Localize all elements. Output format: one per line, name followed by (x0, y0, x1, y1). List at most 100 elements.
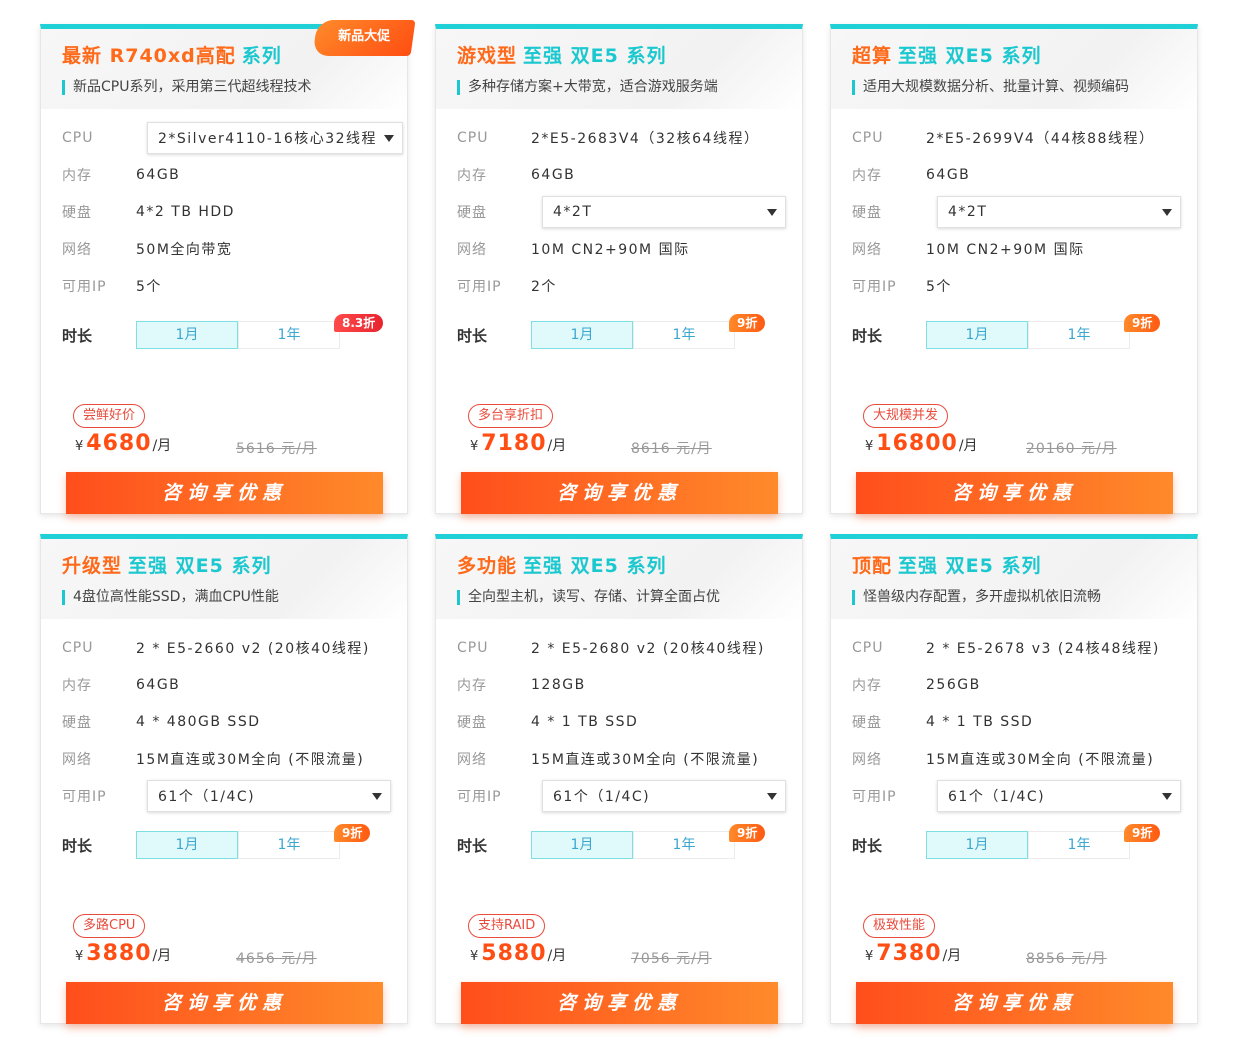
card-header: 游戏型 至强 双E5 系列 多种存储方案+大带宽，适合游戏服务端 (436, 29, 802, 109)
cpu-select[interactable]: 2*Silver4110-16核心32线程 (147, 121, 403, 154)
duration-option-year[interactable]: 1年 (238, 321, 340, 349)
duration-option-month[interactable]: 1月 (926, 831, 1028, 859)
discount-badge: 9折 (1124, 824, 1161, 842)
consult-button[interactable]: 咨询享优惠 (461, 472, 778, 514)
consult-button[interactable]: 咨询享优惠 (856, 982, 1173, 1024)
duration-label: 时长 (62, 836, 93, 855)
network-value: 15M直连或30M全向 (不限流量) (531, 751, 760, 768)
network-value: 10M CN2+90M 国际 (531, 241, 690, 258)
chevron-down-icon (1162, 208, 1172, 216)
ip-value: 5个 (136, 278, 162, 295)
price: ¥7180/月 (470, 431, 567, 456)
duration-row: 时长 1月 1年 9折 (852, 310, 1197, 360)
price: ¥4680/月 (75, 431, 172, 456)
duration-option-year[interactable]: 1年 (633, 321, 735, 349)
product-card-multifunction: 多功能 至强 双E5 系列 全向型主机，读写、存储、计算全面占优 CPU 2 * E… (435, 534, 803, 1024)
network-label: 网络 (852, 751, 882, 768)
discount-badge: 9折 (729, 824, 766, 842)
promo-tag: 极致性能 (863, 914, 936, 938)
ip-value: 2个 (531, 278, 557, 295)
price: ¥5880/月 (470, 941, 567, 966)
network-label: 网络 (457, 241, 487, 258)
ip-select[interactable]: 61个（1/4C) (542, 779, 786, 812)
disk-value: 4 * 480GB SSD (136, 713, 261, 730)
card-title: 游戏型 至强 双E5 系列 (457, 45, 667, 67)
network-value: 50M全向带宽 (136, 241, 233, 258)
ip-label: 可用IP (62, 788, 107, 805)
product-card-r740xd: 最新 R740xd高配 系列 新品CPU系列，采用第三代超线程技术 新品大促 CP… (40, 20, 416, 514)
ip-label: 可用IP (457, 788, 502, 805)
price: ¥3880/月 (75, 941, 172, 966)
promo-tag: 大规模并发 (863, 404, 949, 428)
duration-option-year[interactable]: 1年 (633, 831, 735, 859)
consult-button[interactable]: 咨询享优惠 (856, 472, 1173, 514)
card-header: 升级型 至强 双E5 系列 4盘位高性能SSD，满血CPU性能 (41, 539, 407, 619)
ip-select[interactable]: 61个（1/4C) (147, 779, 391, 812)
memory-label: 内存 (852, 167, 882, 184)
consult-button[interactable]: 咨询享优惠 (66, 982, 383, 1024)
card-title: 多功能 至强 双E5 系列 (457, 555, 667, 577)
cpu-value: 2 * E5-2660 v2 (20核40线程) (136, 640, 370, 657)
duration-option-year[interactable]: 1年 (1028, 831, 1130, 859)
original-price: 8616 元/月 (631, 441, 712, 457)
spec-list: CPU 2 * E5-2660 v2 (20核40线程) 内存 64GB 硬盘 4 *… (41, 629, 407, 870)
disk-label: 硬盘 (852, 714, 882, 731)
product-card-flagship: 顶配 至强 双E5 系列 怪兽级内存配置，多开虚拟机依旧流畅 CPU 2 * E5-… (830, 534, 1198, 1024)
card-subtitle: 多种存储方案+大带宽，适合游戏服务端 (457, 80, 802, 95)
duration-option-year[interactable]: 1年 (238, 831, 340, 859)
network-label: 网络 (62, 241, 92, 258)
memory-value: 64GB (926, 166, 971, 183)
promo-tag: 尝鲜好价 (73, 404, 146, 428)
consult-button[interactable]: 咨询享优惠 (66, 472, 383, 514)
duration-label: 时长 (457, 836, 488, 855)
disk-label: 硬盘 (457, 204, 487, 221)
disk-label: 硬盘 (62, 714, 92, 731)
product-card-gaming: 游戏型 至强 双E5 系列 多种存储方案+大带宽，适合游戏服务端 CPU 2*E5-… (435, 24, 803, 514)
ip-label: 可用IP (852, 788, 897, 805)
disk-label: 硬盘 (457, 714, 487, 731)
network-value: 15M直连或30M全向 (不限流量) (136, 751, 365, 768)
disk-select[interactable]: 4*2T (937, 195, 1181, 228)
discount-badge: 8.3折 (334, 314, 384, 332)
new-promo-ribbon: 新品大促 (312, 20, 416, 56)
card-title: 升级型 至强 双E5 系列 (62, 555, 272, 577)
card-header: 顶配 至强 双E5 系列 怪兽级内存配置，多开虚拟机依旧流畅 (831, 539, 1197, 619)
ip-label: 可用IP (62, 278, 107, 295)
consult-button[interactable]: 咨询享优惠 (461, 982, 778, 1024)
chevron-down-icon (1162, 792, 1172, 800)
card-subtitle: 4盘位高性能SSD，满血CPU性能 (62, 590, 407, 605)
disk-value: 4*2 TB HDD (136, 203, 235, 220)
duration-option-year[interactable]: 1年 (1028, 321, 1130, 349)
cpu-value: 2 * E5-2680 v2 (20核40线程) (531, 640, 765, 657)
card-subtitle: 新品CPU系列，采用第三代超线程技术 (62, 80, 407, 95)
duration-option-month[interactable]: 1月 (136, 831, 238, 859)
chevron-down-icon (384, 134, 394, 142)
spec-list: CPU 2*E5-2683V4（32核64线程） 内存 64GB 硬盘 4*2T 网… (436, 119, 802, 360)
chevron-down-icon (767, 792, 777, 800)
chevron-down-icon (767, 208, 777, 216)
card-header: 最新 R740xd高配 系列 新品CPU系列，采用第三代超线程技术 新品大促 (41, 20, 416, 109)
disk-value: 4 * 1 TB SSD (531, 713, 639, 730)
memory-label: 内存 (852, 677, 882, 694)
duration-option-month[interactable]: 1月 (926, 321, 1028, 349)
duration-row: 时长 1月 1年 9折 (62, 820, 407, 870)
card-subtitle: 怪兽级内存配置，多开虚拟机依旧流畅 (852, 590, 1197, 605)
duration-label: 时长 (852, 326, 883, 345)
memory-value: 64GB (136, 166, 181, 183)
duration-row: 时长 1月 1年 9折 (457, 820, 802, 870)
duration-label: 时长 (62, 326, 93, 345)
ip-select[interactable]: 61个（1/4C) (937, 779, 1181, 812)
product-card-supercompute: 超算 至强 双E5 系列 适用大规模数据分析、批量计算、视频编码 CPU 2*E5-… (830, 24, 1198, 514)
memory-label: 内存 (457, 167, 487, 184)
duration-option-month[interactable]: 1月 (136, 321, 238, 349)
spec-list: CPU 2*Silver4110-16核心32线程 内存 64GB 硬盘 4*2 T… (41, 119, 407, 360)
cpu-label: CPU (457, 129, 489, 146)
duration-option-month[interactable]: 1月 (531, 831, 633, 859)
spec-list: CPU 2 * E5-2680 v2 (20核40线程) 内存 128GB 硬盘 4 … (436, 629, 802, 870)
chevron-down-icon (372, 792, 382, 800)
disk-label: 硬盘 (852, 204, 882, 221)
disk-select[interactable]: 4*2T (542, 195, 786, 228)
duration-option-month[interactable]: 1月 (531, 321, 633, 349)
original-price: 8856 元/月 (1026, 951, 1107, 967)
duration-label: 时长 (457, 326, 488, 345)
